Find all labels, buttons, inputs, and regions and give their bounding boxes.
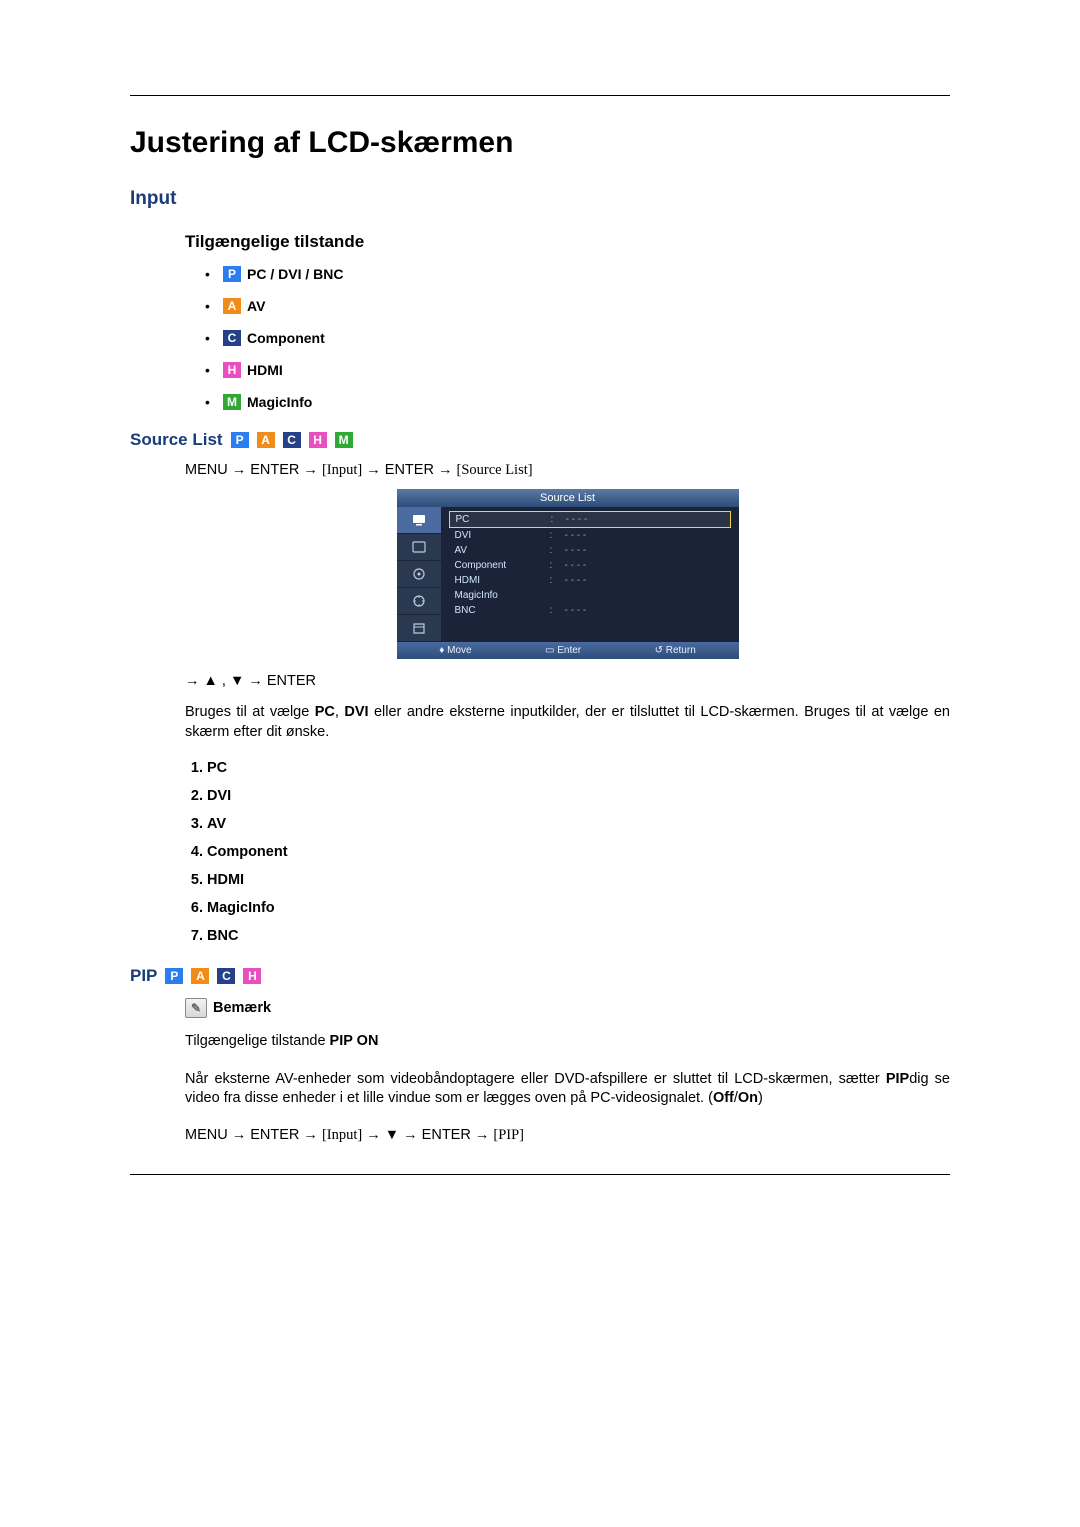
mode-item: C Component (205, 330, 950, 346)
section-pip-heading: PIP P A C H (130, 966, 950, 986)
pip-modes-line: Tilgængelige tilstande PIP ON (185, 1032, 950, 1052)
osd-row: Component:- - - - (449, 558, 731, 573)
badge-c-icon: C (223, 330, 241, 346)
badge-a-icon: A (257, 432, 275, 448)
osd-side-tabs (397, 507, 441, 642)
mode-item: P PC / DVI / BNC (205, 266, 950, 282)
badge-m-icon: M (223, 394, 241, 410)
list-item: MagicInfo (207, 900, 950, 916)
badge-a-icon: A (191, 968, 209, 984)
source-numbered-list: PC DVI AV Component HDMI MagicInfo BNC (185, 760, 950, 944)
pip-menu-path: MENU → ENTER → [Input] → ▼ → ENTER → [PI… (185, 1127, 950, 1144)
osd-row: DVI:- - - - (449, 528, 731, 543)
osd-menu-screenshot: Source List PC:- - - - DVI:- - - - AV:- … (397, 489, 739, 659)
badge-m-icon: M (335, 432, 353, 448)
osd-footer: ♦ Move ▭ Enter ↺ Return (397, 642, 739, 659)
note-label: Bemærk (213, 1000, 271, 1016)
mode-item: M MagicInfo (205, 394, 950, 410)
list-item: Component (207, 844, 950, 860)
osd-tab-icon (397, 507, 441, 534)
osd-header: Source List (397, 489, 739, 507)
list-item: DVI (207, 788, 950, 804)
osd-row: HDMI:- - - - (449, 573, 731, 588)
note-icon: ✎ (185, 998, 207, 1018)
pip-label: PIP (130, 966, 157, 986)
osd-row: BNC:- - - - (449, 603, 731, 618)
mode-item: A AV (205, 298, 950, 314)
page-title: Justering af LCD-skærmen (130, 126, 950, 160)
list-item: AV (207, 816, 950, 832)
source-list-label: Source List (130, 430, 223, 450)
section-source-list-heading: Source List P A C H M (130, 430, 950, 450)
badge-h-icon: H (309, 432, 327, 448)
osd-tab-icon (397, 534, 441, 561)
menu-path: MENU → ENTER → [Input] → ENTER → [Source… (185, 462, 950, 479)
badge-h-icon: H (223, 362, 241, 378)
osd-tab-icon (397, 615, 441, 642)
source-list-description: Bruges til at vælge PC, DVI eller andre … (185, 703, 950, 742)
osd-tab-icon (397, 561, 441, 588)
mode-label: AV (247, 298, 265, 314)
osd-footer-return: ↺ Return (655, 645, 696, 656)
available-modes-list: P PC / DVI / BNC A AV C Component H HDMI… (205, 266, 950, 410)
badge-c-icon: C (283, 432, 301, 448)
note-heading: ✎ Bemærk (185, 998, 950, 1018)
osd-row: MagicInfo (449, 588, 731, 603)
badge-p-icon: P (231, 432, 249, 448)
modes-heading: Tilgængelige tilstande (185, 232, 950, 252)
osd-footer-move: ♦ Move (439, 645, 471, 656)
badge-h-icon: H (243, 968, 261, 984)
osd-menu-list: PC:- - - - DVI:- - - - AV:- - - - Compon… (441, 507, 739, 642)
arrow-nav-text: → ▲ , ▼ → ENTER (185, 673, 950, 689)
list-item: PC (207, 760, 950, 776)
pip-description: Når eksterne AV-enheder som videobåndopt… (185, 1070, 950, 1109)
section-input-heading: Input (130, 188, 950, 210)
osd-row: AV:- - - - (449, 543, 731, 558)
osd-footer-enter: ▭ Enter (545, 645, 581, 656)
osd-row: PC:- - - - (449, 511, 731, 528)
list-item: HDMI (207, 872, 950, 888)
badge-c-icon: C (217, 968, 235, 984)
mode-label: PC / DVI / BNC (247, 266, 343, 282)
badge-a-icon: A (223, 298, 241, 314)
osd-tab-icon (397, 588, 441, 615)
badge-p-icon: P (223, 266, 241, 282)
list-item: BNC (207, 928, 950, 944)
mode-label: MagicInfo (247, 394, 312, 410)
mode-label: HDMI (247, 362, 283, 378)
badge-p-icon: P (165, 968, 183, 984)
mode-label: Component (247, 330, 325, 346)
mode-item: H HDMI (205, 362, 950, 378)
